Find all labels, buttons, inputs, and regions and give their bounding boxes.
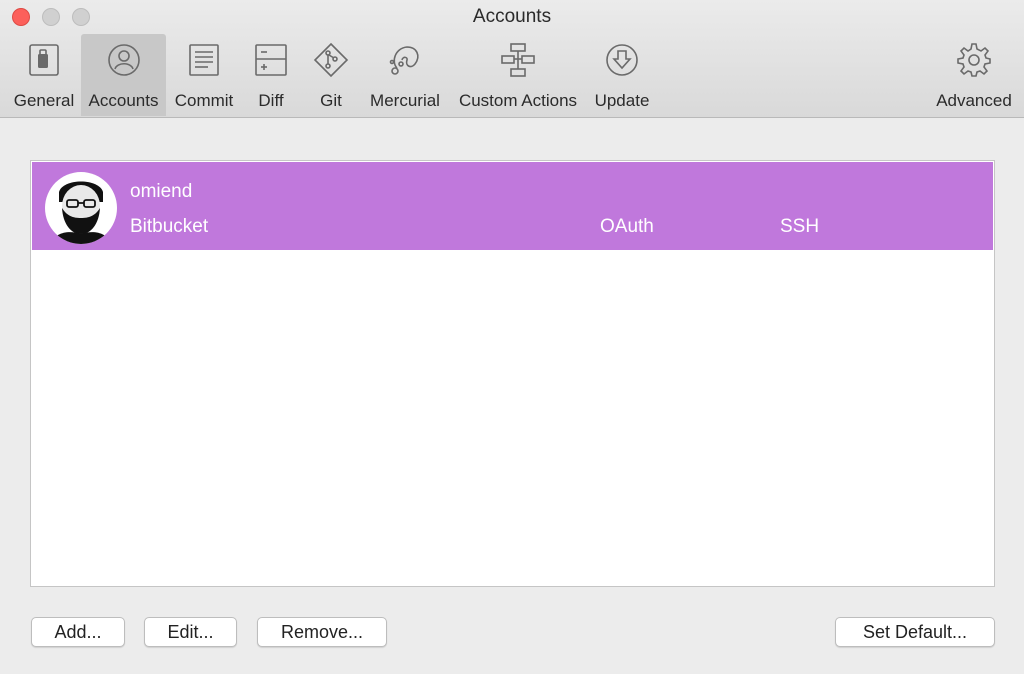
toolbar-update[interactable]: Update bbox=[588, 34, 656, 116]
account-host: Bitbucket bbox=[130, 216, 209, 237]
account-row[interactable]: omiend Bitbucket OAuth SSH bbox=[32, 162, 993, 250]
account-protocol: SSH bbox=[780, 216, 820, 237]
avatar bbox=[45, 172, 117, 244]
window-title: Accounts bbox=[472, 6, 552, 27]
toolbar-label: Advanced bbox=[936, 91, 1012, 110]
flowchart-icon bbox=[501, 43, 535, 77]
git-diamond-icon bbox=[313, 42, 349, 78]
download-circle-icon bbox=[606, 44, 638, 76]
toolbar-label: Git bbox=[320, 91, 342, 110]
user-circle-icon bbox=[107, 44, 140, 76]
preferences-window: Accounts General Accounts Commit Diff Gi… bbox=[0, 0, 1024, 674]
toolbar-accounts[interactable]: Accounts bbox=[81, 34, 166, 116]
toolbar-mercurial[interactable]: Mercurial bbox=[364, 34, 446, 116]
toolbar-general[interactable]: General bbox=[7, 34, 81, 116]
toolbar-label: Accounts bbox=[88, 91, 159, 110]
title-bar: Accounts General Accounts Commit Diff Gi… bbox=[0, 0, 1024, 118]
toolbar-label: Commit bbox=[174, 91, 234, 110]
accounts-list[interactable]: omiend Bitbucket OAuth SSH bbox=[30, 160, 995, 587]
toolbar-advanced[interactable]: Advanced bbox=[932, 34, 1016, 116]
toolbar-diff[interactable]: Diff bbox=[244, 34, 298, 116]
toolbar-label: Mercurial bbox=[370, 91, 440, 110]
toolbar-commit[interactable]: Commit bbox=[168, 34, 240, 116]
account-auth-type: OAuth bbox=[600, 216, 654, 237]
edit-account-button[interactable]: Edit... bbox=[144, 617, 237, 647]
toolbar-label: Custom Actions bbox=[458, 91, 578, 110]
toolbar-git[interactable]: Git bbox=[306, 34, 356, 116]
toolbar-label: Update bbox=[594, 91, 650, 110]
toggle-switch-icon bbox=[29, 44, 59, 76]
toolbar-label: General bbox=[13, 91, 75, 110]
diff-icon bbox=[255, 44, 287, 76]
mercurial-icon bbox=[389, 46, 419, 75]
document-lines-icon bbox=[189, 44, 219, 76]
toolbar-custom-actions[interactable]: Custom Actions bbox=[453, 34, 583, 116]
gear-icon bbox=[957, 43, 991, 77]
toolbar-label: Diff bbox=[258, 91, 284, 110]
account-username: omiend bbox=[130, 181, 193, 202]
remove-account-button[interactable]: Remove... bbox=[257, 617, 387, 647]
add-account-button[interactable]: Add... bbox=[31, 617, 125, 647]
set-default-button[interactable]: Set Default... bbox=[835, 617, 995, 647]
